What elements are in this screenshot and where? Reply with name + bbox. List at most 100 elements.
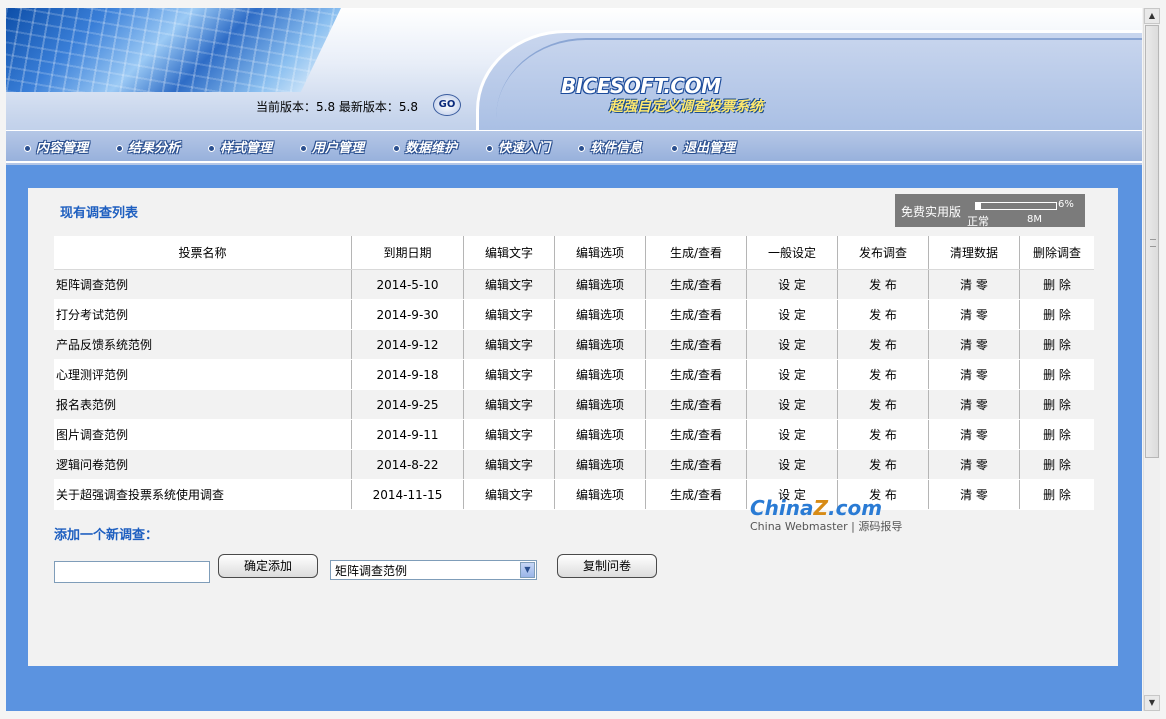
copy-survey-button[interactable]: 复制问卷 <box>557 554 657 578</box>
settings-link[interactable]: 设 定 <box>746 269 838 300</box>
clear-link[interactable]: 清 零 <box>928 479 1020 510</box>
usage-size: 8M <box>1027 214 1042 225</box>
scroll-down-arrow-icon[interactable]: ▼ <box>1144 695 1160 711</box>
cell-name: 逻辑问卷范例 <box>54 449 352 480</box>
edit-options-link[interactable]: 编辑选项 <box>554 449 646 480</box>
nav-label: 快速入门 <box>498 141 551 156</box>
delete-link[interactable]: 删 除 <box>1019 299 1094 330</box>
edit-text-link[interactable]: 编辑文字 <box>463 389 555 420</box>
bullet-icon <box>300 145 307 152</box>
generate-link[interactable]: 生成/查看 <box>645 389 747 420</box>
nav-label: 用户管理 <box>312 141 365 156</box>
generate-link[interactable]: 生成/查看 <box>645 299 747 330</box>
nav-item-quickstart[interactable]: 快速入门 <box>486 137 550 156</box>
usage-status: 正常 <box>967 215 989 228</box>
nav-label: 软件信息 <box>590 141 643 156</box>
delete-link[interactable]: 删 除 <box>1019 419 1094 450</box>
publish-link[interactable]: 发 布 <box>837 359 929 390</box>
settings-link[interactable]: 设 定 <box>746 389 838 420</box>
generate-link[interactable]: 生成/查看 <box>645 449 747 480</box>
nav-item-analysis[interactable]: 结果分析 <box>116 137 180 156</box>
clear-link[interactable]: 清 零 <box>928 389 1020 420</box>
clear-link[interactable]: 清 零 <box>928 269 1020 300</box>
edit-text-link[interactable]: 编辑文字 <box>463 419 555 450</box>
generate-link[interactable]: 生成/查看 <box>645 269 747 300</box>
settings-link[interactable]: 设 定 <box>746 329 838 360</box>
new-survey-name-input[interactable] <box>54 561 210 583</box>
clear-link[interactable]: 清 零 <box>928 329 1020 360</box>
delete-link[interactable]: 删 除 <box>1019 329 1094 360</box>
nav-item-content[interactable]: 内容管理 <box>24 137 88 156</box>
generate-link[interactable]: 生成/查看 <box>645 419 747 450</box>
edit-options-link[interactable]: 编辑选项 <box>554 479 646 510</box>
publish-link[interactable]: 发 布 <box>837 269 929 300</box>
nav-item-logout[interactable]: 退出管理 <box>671 137 735 156</box>
edit-text-link[interactable]: 编辑文字 <box>463 269 555 300</box>
edit-text-link[interactable]: 编辑文字 <box>463 479 555 510</box>
settings-link[interactable]: 设 定 <box>746 419 838 450</box>
publish-link[interactable]: 发 布 <box>837 449 929 480</box>
confirm-add-button[interactable]: 确定添加 <box>218 554 318 578</box>
table-row: 图片调查范例 2014-9-11 编辑文字 编辑选项 生成/查看设 定发 布清 零删 除 <box>54 419 1094 450</box>
generate-link[interactable]: 生成/查看 <box>645 479 747 510</box>
scrollbar-thumb[interactable] <box>1145 25 1159 458</box>
template-select[interactable]: 矩阵调查范例 ▼ <box>330 560 537 580</box>
edit-options-link[interactable]: 编辑选项 <box>554 299 646 330</box>
clear-link[interactable]: 清 零 <box>928 299 1020 330</box>
edit-options-link[interactable]: 编辑选项 <box>554 419 646 450</box>
edit-text-link[interactable]: 编辑文字 <box>463 359 555 390</box>
watermark-text-c: .com <box>828 496 883 520</box>
clear-link[interactable]: 清 零 <box>928 419 1020 450</box>
col-header-delete: 删除调查 <box>1019 236 1094 270</box>
survey-table: 投票名称 到期日期 编辑文字 编辑选项 生成/查看 一般设定 发布调查 清理数据… <box>54 236 1094 510</box>
usage-meter: 免费实用版 6% 正常 8M <box>895 194 1085 228</box>
add-survey-title: 添加一个新调查： <box>54 528 159 543</box>
table-row: 心理测评范例 2014-9-18 编辑文字 编辑选项 生成/查看设 定发 布清 零删 除 <box>54 359 1094 390</box>
edit-options-link[interactable]: 编辑选项 <box>554 359 646 390</box>
delete-link[interactable]: 删 除 <box>1019 359 1094 390</box>
chevron-down-icon[interactable]: ▼ <box>520 562 535 578</box>
edit-options-link[interactable]: 编辑选项 <box>554 269 646 300</box>
nav-item-data[interactable]: 数据维护 <box>393 137 457 156</box>
edit-options-link[interactable]: 编辑选项 <box>554 389 646 420</box>
clear-link[interactable]: 清 零 <box>928 449 1020 480</box>
col-header-name: 投票名称 <box>54 236 352 270</box>
settings-link[interactable]: 设 定 <box>746 359 838 390</box>
nav-label: 数据维护 <box>405 141 458 156</box>
delete-link[interactable]: 删 除 <box>1019 389 1094 420</box>
settings-link[interactable]: 设 定 <box>746 299 838 330</box>
publish-link[interactable]: 发 布 <box>837 389 929 420</box>
delete-link[interactable]: 删 除 <box>1019 269 1094 300</box>
cell-date: 2014-5-10 <box>351 269 464 300</box>
scroll-up-arrow-icon[interactable]: ▲ <box>1144 8 1160 24</box>
edit-text-link[interactable]: 编辑文字 <box>463 299 555 330</box>
vertical-scrollbar[interactable]: ▲ ▼ <box>1143 8 1160 711</box>
edit-text-link[interactable]: 编辑文字 <box>463 449 555 480</box>
edit-text-link[interactable]: 编辑文字 <box>463 329 555 360</box>
bullet-icon <box>24 145 31 152</box>
generate-link[interactable]: 生成/查看 <box>645 359 747 390</box>
nav-item-about[interactable]: 软件信息 <box>578 137 642 156</box>
nav-label: 内容管理 <box>36 141 89 156</box>
publish-link[interactable]: 发 布 <box>837 419 929 450</box>
cell-date: 2014-11-15 <box>351 479 464 510</box>
delete-link[interactable]: 删 除 <box>1019 449 1094 480</box>
clear-link[interactable]: 清 零 <box>928 359 1020 390</box>
generate-link[interactable]: 生成/查看 <box>645 329 747 360</box>
go-button[interactable]: GO <box>433 94 461 116</box>
delete-link[interactable]: 删 除 <box>1019 479 1094 510</box>
nav-item-users[interactable]: 用户管理 <box>300 137 364 156</box>
app-frame: 当前版本：5.8 最新版本：5.8 GO BICESOFT.COM 超强自定义调… <box>6 8 1142 711</box>
edit-options-link[interactable]: 编辑选项 <box>554 329 646 360</box>
watermark-text-b: Z <box>813 496 829 520</box>
bullet-icon <box>208 145 215 152</box>
usage-percent: 6% <box>1058 199 1074 210</box>
settings-link[interactable]: 设 定 <box>746 449 838 480</box>
nav-item-style[interactable]: 样式管理 <box>208 137 272 156</box>
col-header-generate: 生成/查看 <box>645 236 747 270</box>
header-building-image <box>6 8 341 92</box>
list-title: 现有调查列表 <box>60 206 139 221</box>
publish-link[interactable]: 发 布 <box>837 299 929 330</box>
publish-link[interactable]: 发 布 <box>837 329 929 360</box>
usage-bar <box>975 202 1057 210</box>
